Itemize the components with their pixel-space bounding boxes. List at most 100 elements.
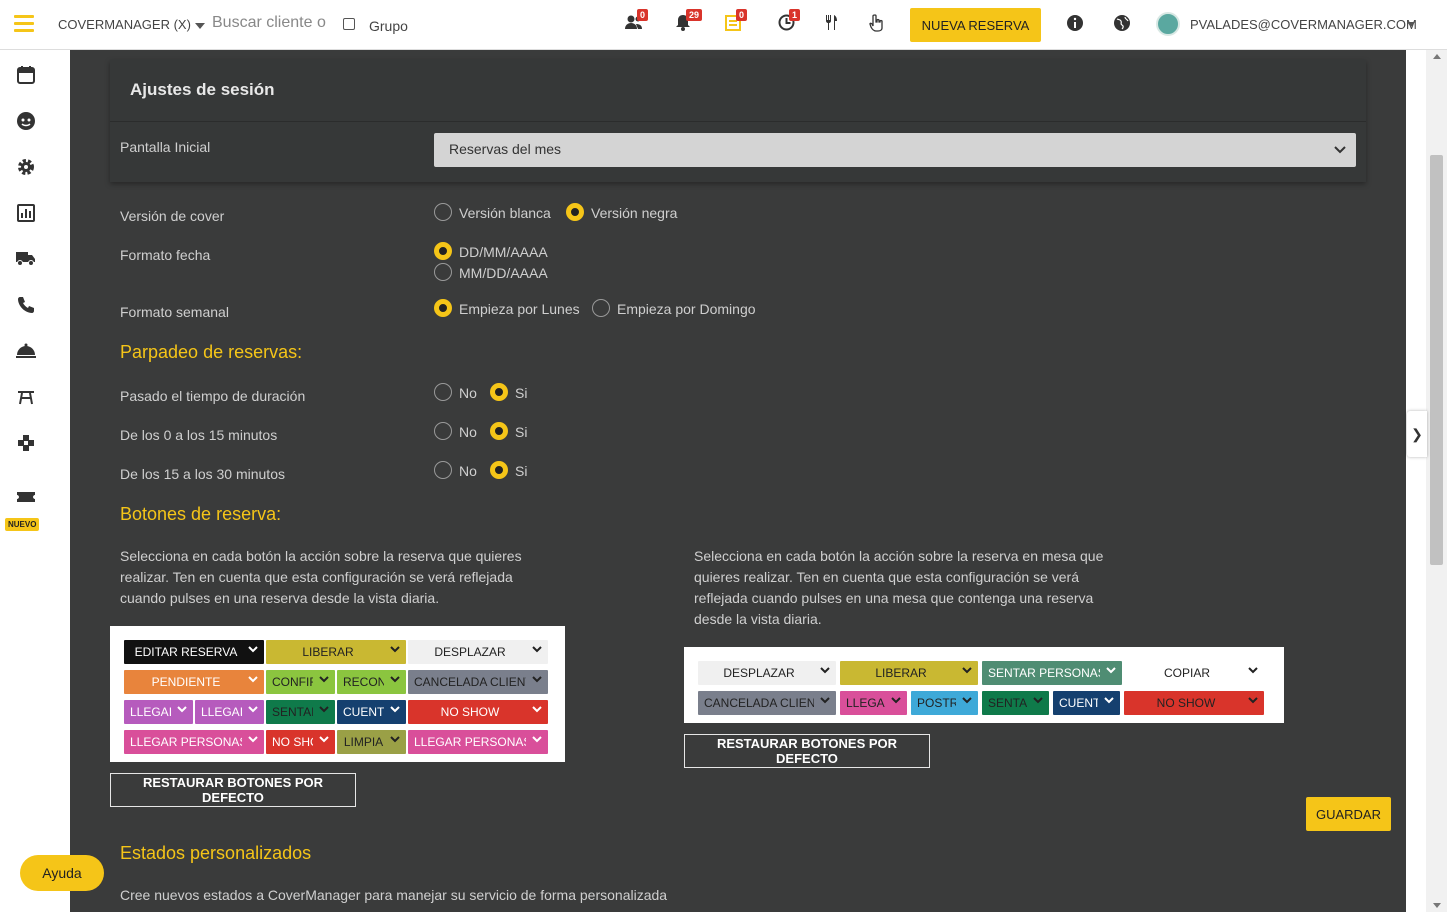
calendar-icon[interactable]	[14, 65, 38, 89]
reserva-action-select[interactable]: NO SHO	[266, 730, 335, 754]
reserva-action-select[interactable]: LLEGAI	[124, 700, 193, 724]
scroll-thumb[interactable]	[1430, 155, 1443, 565]
guardar-button[interactable]: GUARDAR	[1306, 797, 1391, 831]
chevron-right-icon[interactable]: ❯	[1407, 411, 1427, 457]
scroll-down-icon[interactable]	[1433, 903, 1441, 908]
parpadeo-si-label[interactable]: Si	[515, 385, 527, 401]
cloche-icon[interactable]	[14, 341, 38, 365]
table-icon[interactable]	[14, 387, 38, 411]
clock-icon[interactable]: 1	[776, 9, 801, 34]
parpadeo-si-label[interactable]: Si	[515, 424, 527, 440]
mesa-action-select[interactable]: CANCELADA CLIENTE	[698, 691, 836, 715]
reserva-action-label: DESPLAZAR	[434, 645, 506, 659]
reserva-action-label: RECON	[343, 675, 384, 689]
reserva-action-select[interactable]: DESPLAZAR	[408, 640, 548, 664]
version-blanca-label[interactable]: Versión blanca	[459, 205, 551, 221]
puzzle-icon[interactable]	[14, 433, 38, 457]
parpadeo-si-radio[interactable]	[490, 422, 508, 440]
parpadeo-no-radio[interactable]	[434, 422, 452, 440]
fecha-mmdd-radio[interactable]	[434, 263, 452, 281]
reserva-action-select[interactable]: LLEGAR PERSONAS	[124, 730, 264, 754]
parpadeo-no-radio[interactable]	[434, 383, 452, 401]
ticket-icon[interactable]	[14, 487, 38, 511]
parpadeo-no-label[interactable]: No	[459, 463, 477, 479]
estados-title: Estados personalizados	[120, 843, 312, 863]
empieza-domingo-label[interactable]: Empieza por Domingo	[617, 301, 756, 317]
mesa-action-select[interactable]: CUENT.	[1053, 691, 1120, 715]
parpadeo-si-radio[interactable]	[490, 461, 508, 479]
chevron-down-icon	[319, 674, 329, 686]
user-email[interactable]: PVALADES@COVERMANAGER.COM	[1190, 17, 1417, 32]
users-icon[interactable]: 0	[624, 9, 649, 34]
empieza-domingo-radio[interactable]	[592, 299, 610, 317]
chevron-down-icon	[962, 665, 972, 677]
chevron-down-icon	[1334, 143, 1346, 157]
venue-selector[interactable]: COVERMANAGER (X)	[58, 17, 205, 32]
fecha-ddmm-radio[interactable]	[434, 242, 452, 260]
version-negra-radio[interactable]	[566, 203, 584, 221]
parpadeo-si-radio[interactable]	[490, 383, 508, 401]
scroll-up-icon[interactable]	[1433, 54, 1441, 59]
restaurar-botones-mesa-button[interactable]: RESTAURAR BOTONES POR DEFECTO	[684, 734, 930, 768]
reserva-action-select[interactable]: CUENT.	[337, 700, 406, 724]
menu-icon[interactable]	[14, 15, 34, 33]
chevron-down-icon	[248, 674, 258, 686]
nueva-reserva-button[interactable]: NUEVA RESERVA	[910, 8, 1041, 42]
scrollbar[interactable]	[1426, 50, 1447, 912]
chevron-down-icon	[532, 674, 542, 686]
mesa-action-select[interactable]: POSTR	[911, 691, 978, 715]
truck-icon[interactable]	[14, 249, 38, 273]
reserva-action-select[interactable]: SENTAI	[266, 700, 335, 724]
mesa-action-select[interactable]: SENTAI	[982, 691, 1049, 715]
help-button[interactable]: Ayuda	[20, 855, 104, 891]
fecha-mmdd-label[interactable]: MM/DD/AAAA	[459, 265, 548, 281]
search-input[interactable]	[212, 14, 332, 32]
fecha-ddmm-label[interactable]: DD/MM/AAAA	[459, 244, 548, 260]
hand-pointer-icon[interactable]	[867, 14, 887, 34]
mesa-action-label: SENTAR PERSONAS	[988, 666, 1100, 680]
reserva-action-select[interactable]: PENDIENTE	[124, 670, 264, 694]
reserva-action-select[interactable]: RECON	[337, 670, 406, 694]
mesa-action-select[interactable]: LLEGAI	[840, 691, 907, 715]
empieza-lunes-label[interactable]: Empieza por Lunes	[459, 301, 580, 317]
pantalla-inicial-select[interactable]: Reservas del mes	[434, 133, 1356, 167]
face-icon[interactable]	[14, 111, 38, 135]
chevron-down-icon	[532, 704, 542, 716]
reserva-action-select[interactable]: LIMPIA	[337, 730, 406, 754]
mesa-action-select[interactable]: COPIAR	[1126, 661, 1264, 685]
reserva-action-label: EDITAR RESERVA	[134, 645, 238, 659]
reserva-action-select[interactable]: CANCELADA CLIENTE	[408, 670, 548, 694]
venue-name: COVERMANAGER (X)	[58, 17, 191, 32]
reserva-action-select[interactable]: EDITAR RESERVA	[124, 640, 264, 664]
mesa-action-select[interactable]: NO SHOW	[1124, 691, 1264, 715]
grupo-checkbox[interactable]	[343, 18, 355, 30]
parpadeo-no-label[interactable]: No	[459, 385, 477, 401]
parpadeo-row-label: De los 15 a los 30 minutos	[120, 466, 285, 482]
parpadeo-no-radio[interactable]	[434, 461, 452, 479]
chart-icon[interactable]	[14, 203, 38, 227]
empieza-lunes-radio[interactable]	[434, 299, 452, 317]
reserva-action-select[interactable]: NO SHOW	[408, 700, 548, 724]
notes-icon[interactable]: 0	[723, 9, 748, 34]
parpadeo-no-label[interactable]: No	[459, 424, 477, 440]
parpadeo-si-label[interactable]: Si	[515, 463, 527, 479]
version-blanca-radio[interactable]	[434, 203, 452, 221]
globe-icon[interactable]	[1112, 14, 1132, 34]
mesa-action-select[interactable]: LIBERAR	[840, 661, 978, 685]
reserva-action-select[interactable]: LLEGAR PERSONAS	[408, 730, 548, 754]
reserva-action-select[interactable]: LLEGAI	[195, 700, 264, 724]
phone-icon[interactable]	[14, 295, 38, 319]
reserva-action-select[interactable]: CONFIR	[266, 670, 335, 694]
bell-icon[interactable]: 29	[673, 9, 703, 34]
info-icon[interactable]	[1065, 14, 1085, 34]
version-negra-label[interactable]: Versión negra	[591, 205, 677, 221]
gear-icon[interactable]	[14, 157, 38, 181]
mesa-action-select[interactable]: DESPLAZAR	[698, 661, 836, 685]
avatar[interactable]	[1156, 12, 1180, 36]
utensils-icon[interactable]	[821, 14, 841, 34]
chevron-down-icon[interactable]	[1407, 22, 1415, 27]
mesa-action-select[interactable]: SENTAR PERSONAS	[982, 661, 1122, 685]
restaurar-botones-button[interactable]: RESTAURAR BOTONES POR DEFECTO	[110, 773, 356, 807]
reserva-action-select[interactable]: LIBERAR	[266, 640, 406, 664]
chevron-down-icon	[248, 704, 258, 716]
